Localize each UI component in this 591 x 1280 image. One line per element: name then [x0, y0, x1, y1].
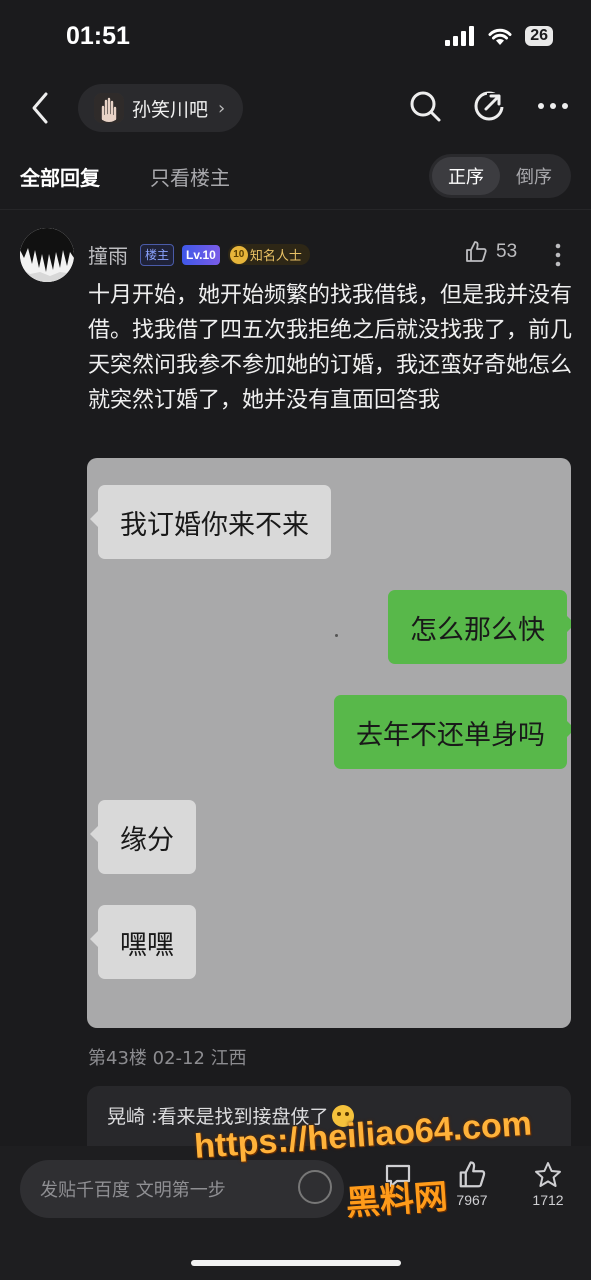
- search-button[interactable]: [407, 86, 443, 126]
- chat-bubble-right: 怎么那么快: [388, 590, 571, 664]
- back-arrow-icon: [32, 92, 48, 124]
- back-button[interactable]: [26, 88, 56, 128]
- status-bar: 01:51 26: [0, 0, 591, 80]
- signal-icon: [445, 26, 475, 46]
- tab-owner-only[interactable]: 只看楼主: [150, 162, 230, 191]
- nav-bar: 孙笑川吧 ›: [0, 80, 591, 136]
- owner-badge: 楼主: [140, 243, 175, 266]
- home-indicator: [191, 1260, 401, 1266]
- like-button[interactable]: 7967: [442, 1160, 502, 1208]
- reply-input[interactable]: 发贴千百度 文明第一步: [20, 1160, 344, 1218]
- forum-name: 孙笑川吧: [132, 98, 209, 121]
- post-meta: 第43楼 02-12 江西: [88, 1048, 247, 1069]
- order-toggle: 正序 倒序: [429, 154, 571, 198]
- nav-actions: [407, 86, 571, 126]
- chat-bubble-left: 我订婚你来不来: [90, 485, 331, 559]
- username[interactable]: 撞雨: [88, 240, 128, 269]
- more-button[interactable]: [535, 86, 571, 126]
- chat-bubble-right: 去年不还单身吗: [334, 695, 571, 769]
- chat-bubble-left: 嘿嘿: [90, 905, 196, 979]
- battery-indicator: 26: [525, 26, 553, 46]
- post-like-button[interactable]: 53: [464, 240, 517, 264]
- post-body: 十月开始，她开始频繁的找我借钱，但是我并没有借。找我借了四五次我拒绝之后就没找我…: [88, 283, 573, 413]
- forum-link[interactable]: 孙笑川吧 ›: [78, 84, 244, 132]
- post-more-button[interactable]: [548, 242, 568, 268]
- search-icon: [410, 91, 441, 122]
- level-badge: Lv.10: [182, 244, 220, 265]
- share-icon: [474, 91, 505, 121]
- chevron-right-icon: ›: [218, 97, 226, 119]
- more-horizontal-icon: [538, 103, 568, 109]
- reply-filter-tabs: 全部回复 只看楼主 正序 倒序: [0, 146, 591, 210]
- post-image[interactable]: 我订婚你来不来 怎么那么快 去年不还单身吗 缘分 嘿嘿: [87, 458, 571, 1028]
- wifi-icon: [488, 28, 512, 45]
- user-avatar[interactable]: [20, 228, 74, 282]
- known-person-badge: 10 知名人士: [227, 244, 310, 265]
- forum-avatar: [94, 93, 124, 123]
- image-artifact: [335, 634, 338, 637]
- status-time: 01:51: [66, 22, 130, 50]
- thumbs-up-icon: [466, 241, 487, 262]
- status-indicators: 26: [445, 26, 553, 46]
- order-desc-button[interactable]: 倒序: [500, 157, 568, 195]
- emoji-button[interactable]: [298, 1170, 332, 1204]
- post-like-count: 53: [496, 241, 518, 262]
- more-vertical-icon: [555, 243, 561, 267]
- like-count: 7967: [456, 1192, 488, 1208]
- thumbs-up-icon: [459, 1161, 486, 1188]
- favorite-count: 1712: [532, 1192, 564, 1208]
- known-level-icon: 10: [229, 245, 248, 264]
- post-header: 撞雨 楼主 Lv.10 10 知名人士: [88, 240, 310, 269]
- watermark-text: 黑料网: [344, 1176, 450, 1224]
- share-button[interactable]: [471, 86, 507, 126]
- tab-all-replies[interactable]: 全部回复: [20, 162, 100, 191]
- known-person-label: 知名人士: [249, 249, 302, 264]
- chat-bubble-left: 缘分: [90, 800, 196, 874]
- order-asc-button[interactable]: 正序: [432, 157, 500, 195]
- star-icon: [535, 1162, 561, 1187]
- favorite-button[interactable]: 1712: [518, 1160, 578, 1208]
